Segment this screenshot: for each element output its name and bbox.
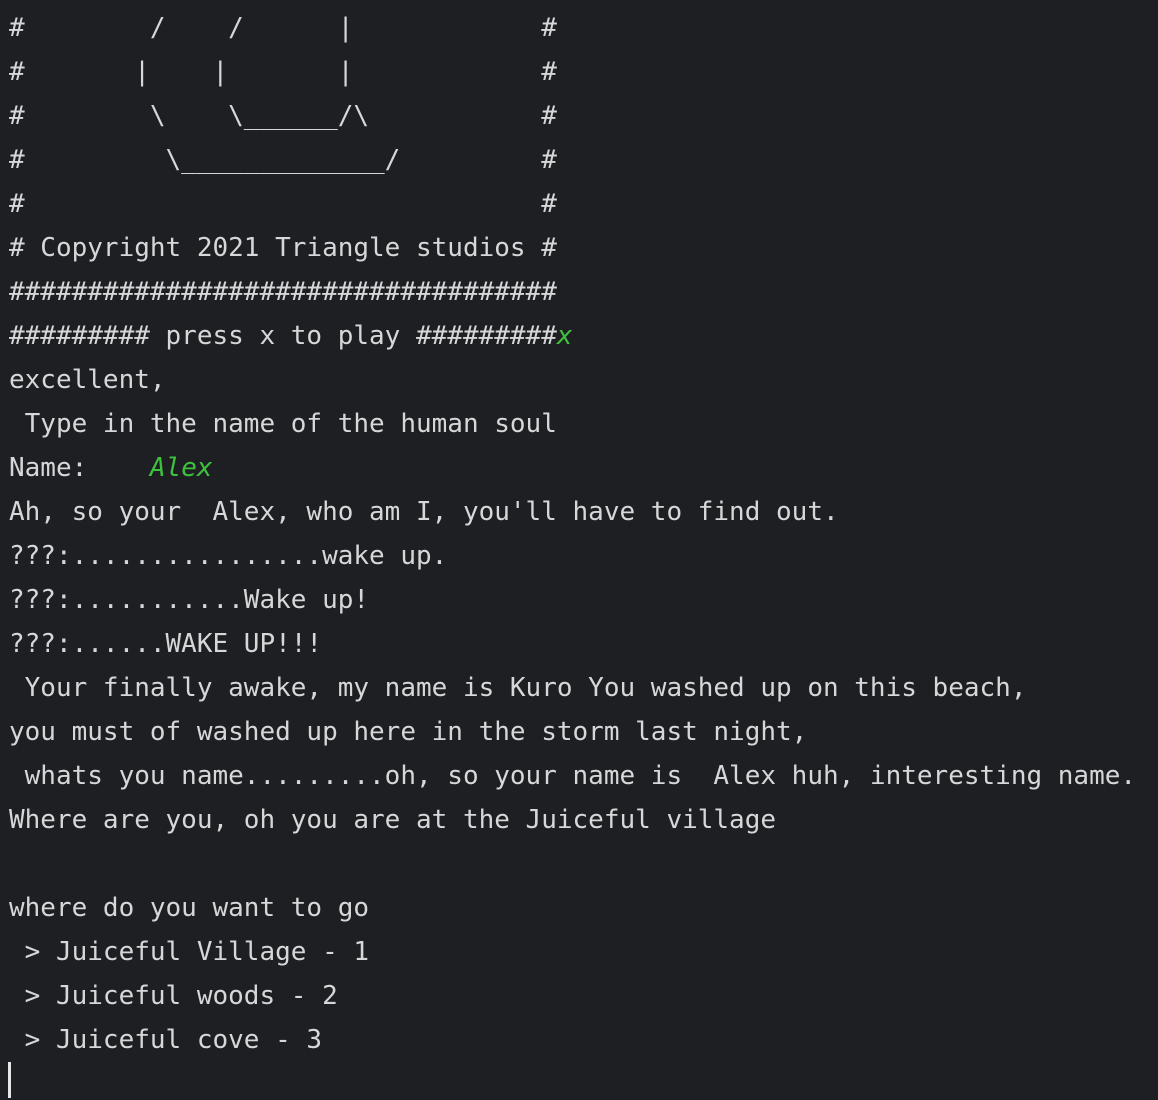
ascii-art-line: # \_____________/ # [9, 145, 557, 175]
press-to-play-line: ######### press x to play #########x [9, 314, 1158, 358]
copyright-line: # Copyright 2021 Triangle studios # [9, 233, 557, 263]
press-to-play-prompt: ######### press x to play ######### [9, 321, 557, 351]
ascii-art-line: # / / | # [9, 13, 557, 43]
output-line: ???:................wake up. [9, 541, 448, 571]
output-line: Where are you, oh you are at the Juicefu… [9, 805, 777, 835]
name-input-line: Name: Alex [9, 446, 1158, 490]
where-prompt: where do you want to go [9, 893, 370, 923]
output-line: whats you name.........oh, so your name … [9, 761, 1137, 791]
text-cursor [8, 1062, 11, 1098]
user-input-echo: Alex [149, 453, 213, 483]
output-line: Type in the name of the human soul [9, 409, 557, 439]
output-line: ???:......WAKE UP!!! [9, 629, 323, 659]
output-line: ???:...........Wake up! [9, 585, 370, 615]
ascii-art-line: # # [9, 189, 557, 219]
ascii-art-line: # | | | # [9, 57, 557, 87]
ascii-art-line: # \ \______/\ # [9, 101, 557, 131]
output-line: Ah, so your Alex, who am I, you'll have … [9, 497, 839, 527]
user-input-echo: x [556, 321, 573, 351]
menu-option-cove: > Juiceful cove - 3 [9, 1025, 323, 1055]
terminal-output[interactable]: # / / | # # | | | # # \ \______/\ # # \_… [0, 0, 1158, 1100]
output-line: you must of washed up here in the storm … [9, 717, 808, 747]
name-label: Name: [9, 453, 150, 483]
output-line: excellent, [9, 365, 166, 395]
ascii-art-border: ################################### [9, 277, 557, 307]
output-line: Your finally awake, my name is Kuro You … [9, 673, 1027, 703]
input-line[interactable] [8, 1062, 1158, 1100]
menu-option-woods: > Juiceful woods - 2 [9, 981, 338, 1011]
menu-option-village: > Juiceful Village - 1 [9, 937, 370, 967]
